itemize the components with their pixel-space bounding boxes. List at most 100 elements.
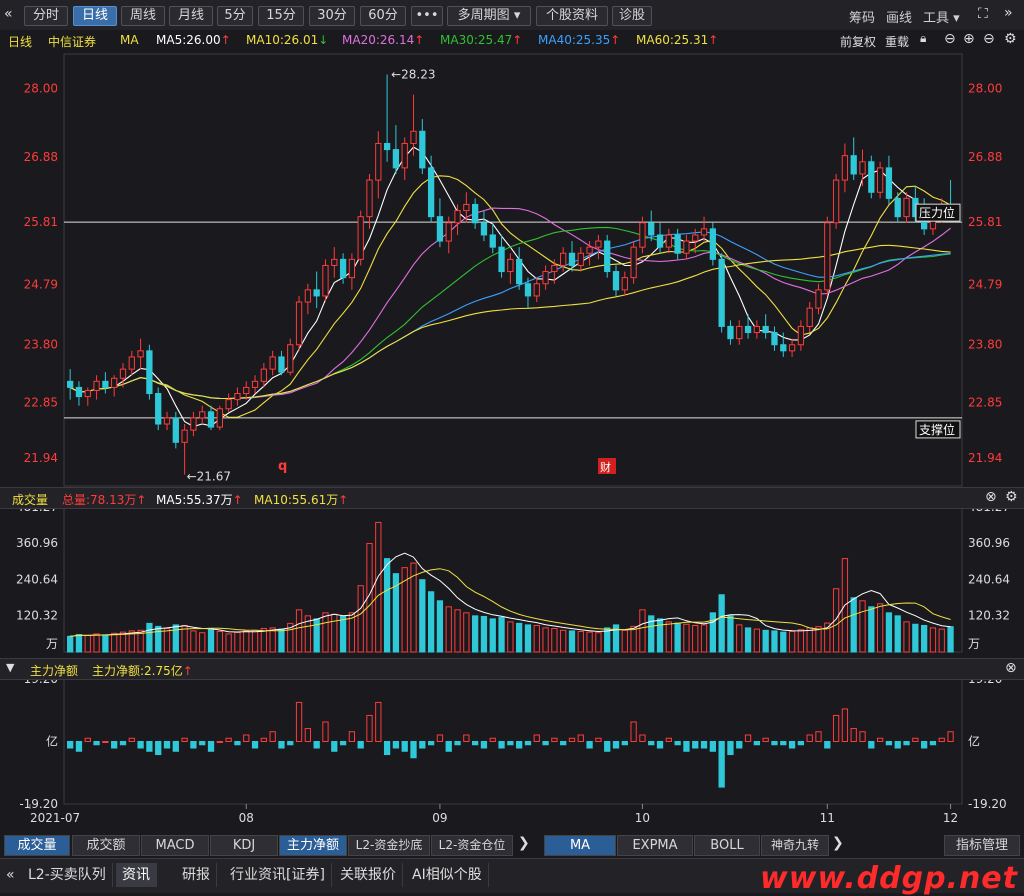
tab-macd[interactable]: MACD [141, 835, 209, 856]
double-chevron-right-icon[interactable]: » [1004, 5, 1013, 21]
close-icon[interactable]: ⊗ [1005, 660, 1017, 676]
watermark: www.ddgp.net [760, 861, 1018, 896]
period-monthly[interactable]: 月线 [169, 6, 213, 26]
tab-news[interactable]: 资讯 [116, 863, 157, 887]
tab-research[interactable]: 研报 [176, 863, 217, 887]
tab-turnover[interactable]: 成交额 [72, 835, 140, 856]
candle-body [260, 368, 267, 382]
indicator-tab-bar: 成交量 成交额 MACD KDJ 主力净额 L2-资金抄底 L2-资金仓位 ❯ … [0, 832, 1024, 856]
chips-button[interactable]: 筹码 [849, 7, 875, 26]
date-label: 2021-07 [30, 811, 80, 825]
tab-volume[interactable]: 成交量 [4, 835, 70, 856]
candle-body [190, 417, 197, 431]
candle-body [498, 246, 505, 273]
volume-bar [331, 613, 338, 653]
candle-body [876, 167, 884, 193]
candle-body [313, 289, 320, 297]
tab-l2-bottom[interactable]: L2-资金抄底 [348, 835, 430, 856]
settings-gear-icon[interactable]: ⚙ [1004, 31, 1017, 47]
double-chevron-left-icon[interactable]: « [4, 6, 13, 22]
kline-chart[interactable]: 28.00 28.00 26.88 26.88 25.81 25.81 24.79 24.79… [0, 52, 1024, 832]
volume-tick-left: 120.32 [16, 609, 58, 623]
chevron-right-icon[interactable]: ❯ [518, 835, 530, 851]
tab-magic-nine[interactable]: 神奇九转 [761, 835, 829, 856]
volume-ma5: MA5:55.37万↑ [156, 493, 243, 507]
volume-ma10: MA10:55.61万↑ [254, 493, 349, 507]
double-chevron-left-icon[interactable]: « [6, 867, 15, 883]
tab-l2-position[interactable]: L2-资金仓位 [431, 835, 513, 856]
net-flow-bar [93, 741, 100, 746]
volume-bar [172, 624, 179, 653]
net-flow-bar [225, 737, 232, 743]
tab-kdj[interactable]: KDJ [210, 835, 278, 856]
volume-bar [788, 631, 796, 653]
net-flow-bar [251, 741, 259, 749]
tab-ma[interactable]: MA [544, 835, 616, 856]
period-30min[interactable]: 30分 [309, 6, 355, 26]
candle-body [243, 386, 250, 395]
net-flow-bar [753, 741, 761, 746]
net-flow-bar [639, 734, 646, 742]
indicator-manage-button[interactable]: 指标管理 [944, 835, 1020, 856]
candle-body [216, 408, 223, 428]
minimize-icon[interactable]: ⊖ [944, 31, 956, 47]
tab-ai-similar[interactable]: AI相似个股 [406, 863, 489, 887]
candles [67, 74, 954, 475]
chevron-right-icon[interactable]: ❯ [832, 835, 844, 851]
period-intraday[interactable]: 分时 [24, 6, 68, 26]
diagnose-button[interactable]: 诊股 [612, 6, 652, 26]
price-tick-right: 26.88 [968, 150, 1002, 164]
net-flow-bar [736, 741, 743, 749]
candle-body [295, 301, 303, 346]
tab-expma[interactable]: EXPMA [617, 835, 693, 856]
period-weekly[interactable]: 周线 [121, 6, 165, 26]
tab-related-quotes[interactable]: 关联报价 [334, 863, 403, 887]
volume-bar [207, 628, 215, 653]
volume-bar [93, 633, 100, 653]
more-periods-button[interactable]: ••• [411, 6, 443, 26]
settings-gear-icon[interactable]: ⚙ [1005, 489, 1018, 505]
candle-body [612, 271, 620, 291]
volume-bar [815, 626, 822, 653]
collapse-icon[interactable]: ▼ [6, 661, 14, 674]
multi-period-dropdown[interactable]: 多周期图 ▾ [447, 6, 531, 26]
zoom-out-icon[interactable]: ⊖ [983, 31, 995, 47]
period-15min[interactable]: 15分 [258, 6, 304, 26]
volume-total: 总量:78.13万↑ [62, 493, 147, 507]
volume-tick-right: 240.64 [968, 572, 1010, 586]
net-flow-bars [67, 701, 954, 788]
tab-boll[interactable]: BOLL [694, 835, 760, 856]
draw-line-button[interactable]: 画线 [886, 7, 912, 26]
candle-body [410, 130, 417, 144]
tab-l2-queue[interactable]: L2-买卖队列 [22, 863, 113, 887]
period-60min[interactable]: 60分 [360, 6, 406, 26]
reload-button[interactable]: 重载 [885, 33, 909, 50]
volume-bar [119, 631, 127, 653]
tab-net-flow[interactable]: 主力净额 [279, 835, 347, 856]
close-icon[interactable]: ⊗ [985, 489, 997, 505]
zoom-in-icon[interactable]: ⊕ [963, 31, 975, 47]
period-5min[interactable]: 5分 [217, 6, 253, 26]
net-flow-bar [339, 741, 347, 746]
volume-bar [797, 629, 805, 653]
adjust-button[interactable]: 前复权 [840, 33, 876, 50]
period-daily[interactable]: 日线 [73, 6, 117, 26]
candle-body [692, 234, 699, 242]
toolbar: « 分时 日线 周线 月线 5分 15分 30分 60分 ••• 多周期图 ▾ … [0, 0, 1024, 31]
volume-bar [639, 609, 646, 653]
net-flow-bar [331, 741, 338, 752]
net-flow-bar [692, 741, 699, 749]
stock-info-button[interactable]: 个股资料 [536, 6, 608, 26]
net-flow-bar [137, 741, 144, 749]
net-flow-bar [463, 734, 470, 742]
fullscreen-icon[interactable]: ⛶ [978, 6, 988, 22]
tab-industry-news[interactable]: 行业资讯[证券] [224, 863, 332, 887]
candle-body [885, 167, 893, 199]
volume-title: 成交量 [12, 493, 49, 507]
tools-button[interactable]: 工具 ▾ [923, 7, 960, 26]
volume-bar [507, 621, 514, 653]
volume-bar [489, 618, 496, 653]
lock-icon[interactable]: 🔒︎ [920, 31, 926, 46]
net-flow-bar [155, 741, 162, 756]
net-flow-bar [357, 741, 364, 749]
